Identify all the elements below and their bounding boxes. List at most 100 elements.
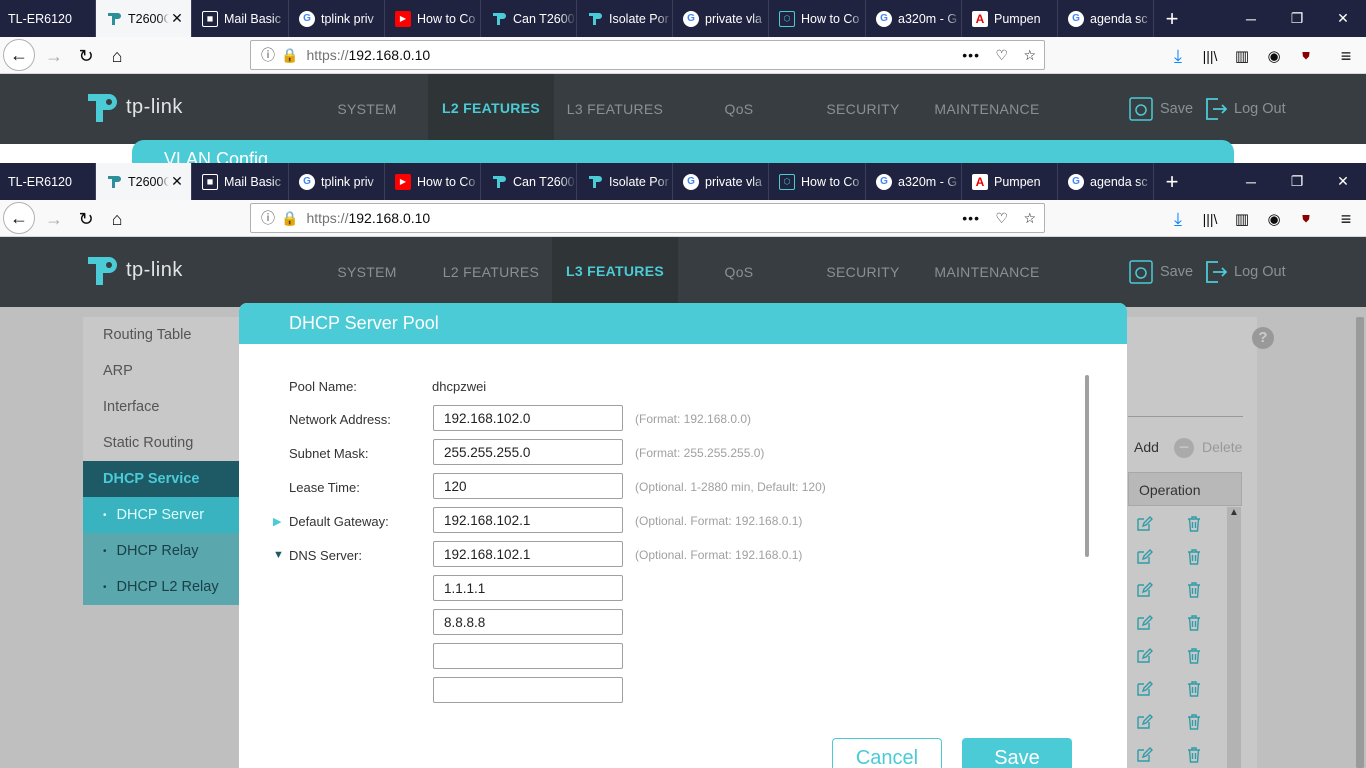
forward-icon[interactable]: → [40, 42, 68, 70]
sidebar-item-dhcp-l2-relay[interactable]: • DHCP L2 Relay [83, 569, 239, 605]
back-icon[interactable]: ← [3, 202, 35, 234]
tab-a320m-top[interactable]: Ga320m - G [866, 0, 962, 37]
tab-how-to-co[interactable]: ▶ How to Co [385, 163, 481, 200]
table-scrollbar[interactable]: ▲ [1227, 507, 1241, 768]
page-actions-icon[interactable]: ••• [962, 47, 980, 63]
edit-icon[interactable] [1135, 581, 1155, 601]
download-icon[interactable]: ⤓ [1164, 42, 1192, 70]
save-button-top[interactable]: Save [1128, 74, 1193, 144]
tab-mail-basic-top[interactable]: ◼ Mail Basic [192, 0, 289, 37]
bookmark-star-icon[interactable]: ☆ [1023, 47, 1036, 64]
tab-mail-basic[interactable]: ◼ Mail Basic [192, 163, 289, 200]
pocket-icon[interactable]: ♡ [995, 47, 1008, 64]
pocket-icon[interactable]: ♡ [995, 210, 1008, 227]
tab-t2600g[interactable]: T2600G ✕ [96, 163, 192, 200]
download-icon[interactable]: ⤓ [1164, 205, 1192, 233]
trash-icon[interactable] [1185, 713, 1205, 733]
logout-button-top[interactable]: Log Out [1204, 74, 1286, 144]
tab-how-to-co-top[interactable]: ▶ How to Co [385, 0, 481, 37]
lock-icon[interactable]: 🔒 [281, 47, 298, 64]
trash-icon[interactable] [1185, 548, 1205, 568]
edit-icon[interactable] [1135, 680, 1155, 700]
tab-tplink-priv[interactable]: Gtplink priv [289, 163, 385, 200]
new-tab-icon[interactable]: + [1155, 163, 1189, 200]
close-window-icon[interactable]: ✕ [1320, 163, 1366, 200]
edit-icon[interactable] [1135, 713, 1155, 733]
dns-server-3-field[interactable]: 8.8.8.8 [433, 609, 623, 635]
url-bar-top[interactable]: ⓘ 🔒 https://192.168.0.10 ••• ♡ ☆ [250, 40, 1045, 70]
network-address-field[interactable]: 192.168.102.0 [433, 405, 623, 431]
reload-icon[interactable]: ↻ [72, 205, 100, 233]
menu-icon[interactable]: ≡ [1332, 42, 1360, 70]
home-icon[interactable]: ⌂ [103, 205, 131, 233]
menu-security[interactable]: SECURITY [800, 237, 926, 307]
tab-tplink-priv-top[interactable]: Gtplink priv [289, 0, 385, 37]
trash-icon[interactable] [1185, 647, 1205, 667]
sidebar-group-dhcp-service[interactable]: DHCP Service [83, 461, 239, 497]
tab-tl-er6120[interactable]: TL-ER6120 [0, 163, 96, 200]
forward-icon[interactable]: → [40, 205, 68, 233]
tab-can-t2600[interactable]: Can T2600 [481, 163, 577, 200]
menu-security-top[interactable]: SECURITY [800, 74, 926, 144]
lease-time-field[interactable]: 120 [433, 473, 623, 499]
account-icon[interactable]: ◉ [1260, 205, 1288, 233]
help-icon[interactable]: ? [1252, 327, 1274, 349]
ublock-icon[interactable]: ⛊ [1292, 205, 1320, 233]
account-icon[interactable]: ◉ [1260, 42, 1288, 70]
tab-pumpen[interactable]: A Pumpen [962, 163, 1058, 200]
ublock-icon[interactable]: ⛊ [1292, 42, 1320, 70]
url-bar[interactable]: ⓘ 🔒 https://192.168.0.10 ••• ♡ ☆ [250, 203, 1045, 233]
sidebar-toggle-icon[interactable]: ▥ [1228, 42, 1256, 70]
info-icon[interactable]: ⓘ [261, 45, 275, 65]
close-window-icon[interactable]: ✕ [1320, 0, 1366, 37]
delete-button[interactable]: Delete [1202, 439, 1242, 455]
tab-can-t2600-top[interactable]: Can T2600 [481, 0, 577, 37]
restore-icon[interactable]: ❐ [1274, 0, 1320, 37]
sidebar-item-routing-table[interactable]: Routing Table [83, 317, 239, 353]
menu-maintenance-top[interactable]: MAINTENANCE [924, 74, 1050, 144]
reload-icon[interactable]: ↻ [72, 42, 100, 70]
home-icon[interactable]: ⌂ [103, 42, 131, 70]
dns-server-2-field[interactable]: 1.1.1.1 [433, 575, 623, 601]
library-icon[interactable]: |||\ [1196, 205, 1224, 233]
menu-l2-features-top[interactable]: L2 FEATURES [428, 74, 554, 144]
new-tab-icon[interactable]: + [1155, 0, 1189, 37]
bookmark-star-icon[interactable]: ☆ [1023, 210, 1036, 227]
sidebar-item-dhcp-relay[interactable]: • DHCP Relay [83, 533, 239, 569]
menu-system-top[interactable]: SYSTEM [304, 74, 430, 144]
tab-private-vla[interactable]: Gprivate vla [673, 163, 769, 200]
cancel-button[interactable]: Cancel [832, 738, 942, 768]
tab-pumpen-top[interactable]: A Pumpen [962, 0, 1058, 37]
tab-a320m[interactable]: Ga320m - G [866, 163, 962, 200]
edit-icon[interactable] [1135, 548, 1155, 568]
tab-agenda-sc-top[interactable]: Gagenda sc [1058, 0, 1154, 37]
edit-icon[interactable] [1135, 746, 1155, 766]
tab-how-to-co-2[interactable]: ⬡ How to Co [769, 163, 866, 200]
minimize-icon[interactable]: ─ [1228, 0, 1274, 37]
trash-icon[interactable] [1185, 614, 1205, 634]
tab-t2600g-top[interactable]: T2600G ✕ [96, 0, 192, 37]
dns-server-4-field[interactable] [433, 643, 623, 669]
close-icon[interactable]: ✕ [169, 173, 185, 190]
restore-icon[interactable]: ❐ [1274, 163, 1320, 200]
trash-icon[interactable] [1185, 581, 1205, 601]
close-icon[interactable]: ✕ [169, 10, 185, 27]
tab-isolate-por-top[interactable]: Isolate Por [577, 0, 673, 37]
tab-tl-er6120-top[interactable]: TL-ER6120 [0, 0, 96, 37]
minimize-icon[interactable]: ─ [1228, 163, 1274, 200]
edit-icon[interactable] [1135, 515, 1155, 535]
menu-qos-top[interactable]: QoS [676, 74, 802, 144]
tab-isolate-por[interactable]: Isolate Por [577, 163, 673, 200]
info-icon[interactable]: ⓘ [261, 208, 275, 228]
menu-system[interactable]: SYSTEM [304, 237, 430, 307]
trash-icon[interactable] [1185, 680, 1205, 700]
sidebar-item-static-routing[interactable]: Static Routing [83, 425, 239, 461]
menu-l2-features[interactable]: L2 FEATURES [428, 237, 554, 307]
menu-maintenance[interactable]: MAINTENANCE [924, 237, 1050, 307]
menu-qos[interactable]: QoS [676, 237, 802, 307]
menu-l3-features[interactable]: L3 FEATURES [552, 237, 678, 307]
back-icon[interactable]: ← [3, 39, 35, 71]
tab-how-to-co-2-top[interactable]: ⬡ How to Co [769, 0, 866, 37]
trash-icon[interactable] [1185, 746, 1205, 766]
menu-icon[interactable]: ≡ [1332, 205, 1360, 233]
